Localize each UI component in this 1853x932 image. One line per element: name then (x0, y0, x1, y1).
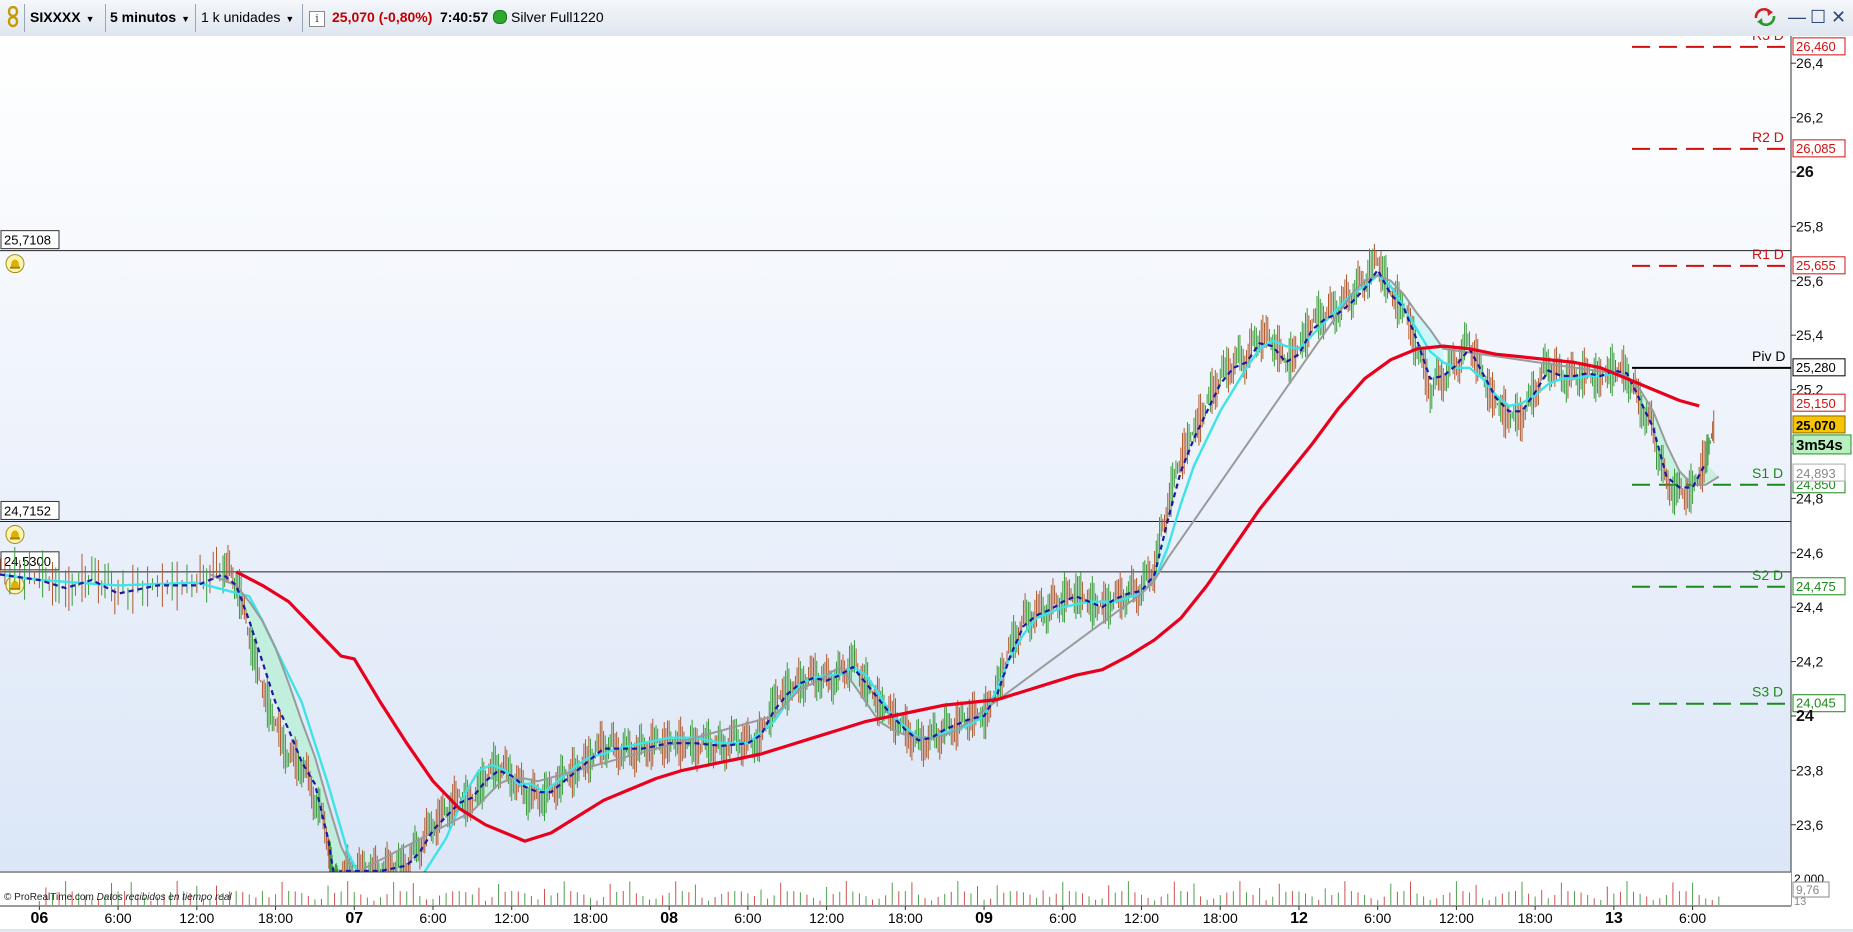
pivot-name: R3 D (1752, 36, 1784, 43)
alert-label: 24,7152 (4, 503, 51, 518)
timeframe-label: 5 minutos (110, 9, 177, 25)
price-change: 25,070 (-0,80%) (332, 9, 433, 25)
x-tick-label: 12 (1290, 910, 1308, 927)
x-tick-label: 13 (1605, 910, 1623, 927)
y-tick-label: 26,4 (1796, 55, 1823, 71)
chevron-down-icon: ▼ (181, 14, 191, 24)
x-tick-label: 18:00 (1203, 910, 1238, 926)
chevron-down-icon: ▼ (85, 14, 95, 24)
y-tick-label: 24,6 (1796, 545, 1823, 561)
y-tick-label: 24,4 (1796, 599, 1823, 615)
data-source-note: © ProRealTime.com Datos recibidos en tie… (4, 892, 232, 903)
pivot-name: R1 D (1752, 246, 1784, 262)
toolbar: SIXXXX ▼ 5 minutos ▼ 1 k unidades ▼ i 25,07… (0, 0, 1853, 37)
x-tick-label: 18:00 (888, 910, 923, 926)
x-tick-label: 6:00 (104, 910, 131, 926)
quote-time: 7:40:57 (440, 9, 489, 25)
pivot-tag: 25,655 (1796, 258, 1836, 273)
info-icon[interactable]: i (309, 4, 325, 30)
realtime-note: Datos recibidos en tiempo real (96, 892, 232, 903)
pivot-tag: 26,085 (1796, 141, 1836, 156)
pivot-name: S1 D (1752, 465, 1783, 481)
volume-tag: 13 (1794, 896, 1806, 908)
price-tag: 24,893 (1796, 466, 1836, 481)
y-tick-label: 25,4 (1796, 327, 1823, 343)
pivot-name: R2 D (1752, 129, 1784, 145)
bell-rim (10, 587, 20, 590)
volume-tag: 9,76 (1796, 883, 1820, 897)
price-tag: 25,150 (1796, 396, 1836, 411)
y-tick-label: 24,2 (1796, 654, 1823, 670)
timeframe-selector[interactable]: 5 minutos ▼ (110, 4, 190, 30)
x-tick-label: 6:00 (1679, 910, 1706, 926)
x-tick-label: 09 (975, 910, 993, 927)
x-tick-label: 6:00 (1364, 910, 1391, 926)
x-tick-label: 12:00 (809, 910, 844, 926)
x-tick-label: 12:00 (179, 910, 214, 926)
y-tick-label: 26 (1796, 164, 1814, 181)
y-tick-label: 25,8 (1796, 218, 1823, 234)
x-tick-label: 08 (660, 910, 678, 927)
refresh-icon[interactable] (1752, 6, 1778, 33)
bell-rim (10, 537, 20, 540)
x-tick-label: 6:00 (1049, 910, 1076, 926)
y-tick-label: 23,8 (1796, 762, 1823, 778)
countdown: 3m54s (1796, 437, 1843, 454)
bell-rim (10, 266, 20, 269)
y-tick-label: 23,6 (1796, 817, 1823, 833)
x-tick-label: 12:00 (494, 910, 529, 926)
x-tick-label: 18:00 (573, 910, 608, 926)
x-tick-label: 18:00 (258, 910, 293, 926)
y-tick-label: 25,6 (1796, 273, 1823, 289)
price-chart[interactable]: 25,7108 24,7152 24,5300 R3 D 26,460 R2 D 26,08… (0, 36, 1853, 932)
pivot-name: Piv D (1752, 348, 1785, 364)
minimize-icon[interactable]: — (1788, 6, 1806, 28)
x-tick-label: 06 (30, 910, 48, 927)
x-tick-label: 18:00 (1518, 910, 1553, 926)
symbol-label: SIXXXX (30, 9, 81, 25)
x-tick-label: 07 (345, 910, 363, 927)
x-tick-label: 6:00 (419, 910, 446, 926)
price-tag: 25,070 (1796, 418, 1836, 433)
account-status: Silver Full1220 (493, 4, 604, 30)
copyright: © ProRealTime.com (4, 892, 94, 903)
y-tick-label: 24,8 (1796, 490, 1823, 506)
y-tick-label: 24 (1796, 708, 1814, 725)
close-icon[interactable]: ✕ (1831, 6, 1846, 28)
chain-link-icon[interactable] (6, 5, 20, 32)
y-tick-label: 26,2 (1796, 110, 1823, 126)
units-label: 1 k unidades (201, 9, 281, 25)
symbol-selector[interactable]: SIXXXX ▼ (30, 4, 95, 30)
alert-label: 25,7108 (4, 233, 51, 248)
bell-icon (5, 254, 25, 274)
chart-area[interactable]: 25,7108 24,7152 24,5300 R3 D 26,460 R2 D 26,08… (0, 36, 1853, 932)
pivot-name: S3 D (1752, 684, 1783, 700)
pivot-tag: 25,280 (1796, 360, 1836, 375)
x-tick-label: 12:00 (1124, 910, 1159, 926)
pivot-tag: 26,460 (1796, 39, 1836, 54)
chevron-down-icon: ▼ (285, 14, 295, 24)
units-selector[interactable]: 1 k unidades ▼ (201, 4, 294, 30)
status-dot-icon (493, 10, 507, 24)
x-tick-label: 12:00 (1439, 910, 1474, 926)
plot-background (0, 36, 1791, 871)
account-label: Silver Full1220 (511, 9, 604, 25)
alert-label: 24,5300 (4, 554, 51, 569)
maximize-icon[interactable]: ☐ (1810, 6, 1826, 28)
pivot-name: S2 D (1752, 567, 1783, 583)
pivot-tag: 24,475 (1796, 579, 1836, 594)
bell-icon (5, 524, 25, 544)
x-tick-label: 6:00 (734, 910, 761, 926)
